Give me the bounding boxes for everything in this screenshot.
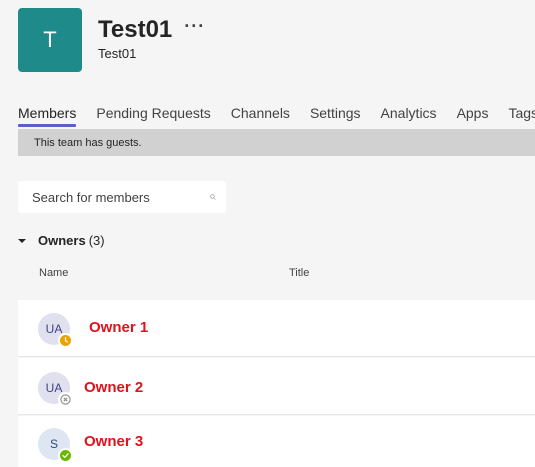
member-name: Owner 1 bbox=[89, 319, 149, 336]
member-name: Owner 3 bbox=[84, 433, 144, 450]
avatar: UA bbox=[38, 372, 73, 407]
column-header-title[interactable]: Title bbox=[289, 267, 309, 279]
search-icon[interactable] bbox=[210, 189, 216, 205]
avatar-initials: S bbox=[49, 437, 58, 451]
owners-section-title: Owners bbox=[38, 233, 86, 248]
member-row[interactable]: S Owner 3 bbox=[18, 416, 535, 467]
tab-channels[interactable]: Channels bbox=[231, 105, 290, 127]
owners-section-header[interactable]: Owners (3) bbox=[18, 233, 105, 248]
team-name: Test01 bbox=[98, 16, 173, 43]
avatar: S bbox=[38, 428, 73, 463]
tab-analytics[interactable]: Analytics bbox=[381, 105, 437, 127]
owners-count: (3) bbox=[88, 233, 105, 248]
member-name: Owner 2 bbox=[84, 379, 144, 396]
presence-offline-icon bbox=[58, 392, 73, 407]
member-row[interactable]: UA Owner 1 bbox=[18, 300, 535, 357]
tab-tags[interactable]: Tags bbox=[508, 105, 535, 127]
team-avatar: T bbox=[18, 8, 82, 72]
tab-pending-requests[interactable]: Pending Requests bbox=[96, 105, 210, 127]
guest-banner: This team has guests. bbox=[18, 129, 535, 156]
team-members-page: T Test01 ··· Test01 Members Pending Requ… bbox=[0, 0, 535, 467]
tab-members[interactable]: Members bbox=[18, 105, 77, 127]
team-title: Test01 ··· bbox=[98, 16, 205, 44]
more-options-button[interactable]: ··· bbox=[184, 17, 205, 35]
search-input[interactable] bbox=[30, 188, 210, 206]
member-row[interactable]: UA Owner 2 bbox=[18, 358, 535, 415]
avatar: UA bbox=[38, 313, 73, 348]
guest-banner-text: This team has guests. bbox=[34, 136, 142, 149]
team-subtitle: Test01 bbox=[98, 46, 137, 61]
member-search-box bbox=[18, 181, 226, 213]
caret-down-icon[interactable] bbox=[18, 237, 26, 245]
presence-away-icon bbox=[58, 333, 73, 348]
tab-bar: Members Pending Requests Channels Settin… bbox=[18, 105, 535, 127]
team-avatar-letter: T bbox=[43, 27, 57, 52]
column-header-name[interactable]: Name bbox=[39, 267, 68, 279]
presence-available-icon bbox=[58, 448, 73, 463]
tab-apps[interactable]: Apps bbox=[457, 105, 489, 127]
tab-settings[interactable]: Settings bbox=[310, 105, 361, 127]
